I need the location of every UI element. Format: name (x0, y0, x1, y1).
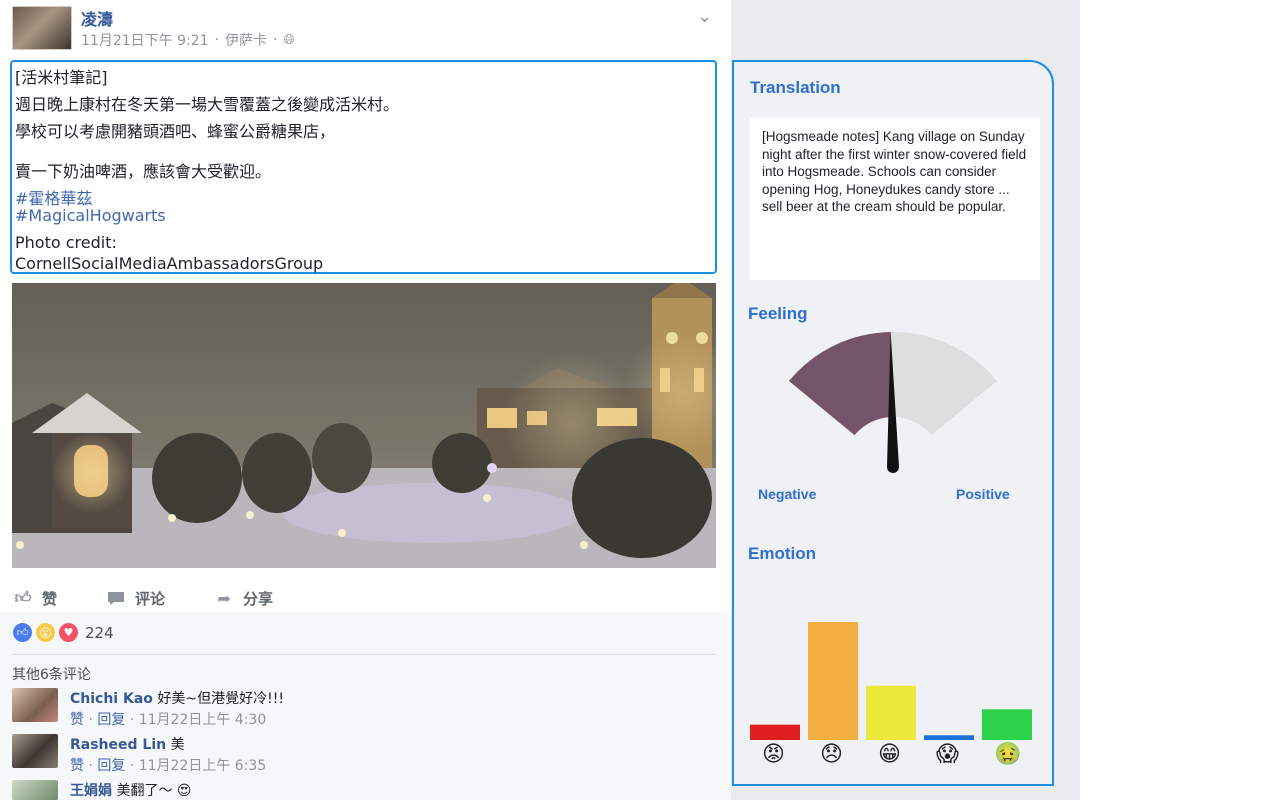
comment-time[interactable]: 11月22日上午 6:35 (139, 758, 267, 774)
thumbs-up-icon: 👍︎ (14, 588, 32, 607)
page-margin (1080, 0, 1280, 800)
comment-item: Chichi Kao 好美~但港覺好冷!!! 赞 · 回复 · 11月22日上午… (12, 688, 716, 732)
feeling-title: Feeling (748, 304, 808, 323)
author-avatar[interactable] (12, 6, 72, 50)
love-reaction-icon: ♥ (58, 622, 79, 643)
like-button[interactable]: 👍︎ 赞 (12, 585, 57, 611)
view-more-comments-link[interactable]: 其他6条评论 (12, 664, 91, 684)
avatar[interactable] (12, 688, 58, 722)
share-button[interactable]: ➦ 分享 (213, 585, 273, 611)
avatar[interactable] (12, 780, 58, 800)
gauge-positive-label: Positive (956, 486, 1010, 502)
post-actions: 👍︎ 赞 评论 ➦ 分享 (12, 585, 716, 611)
comment-body: 美 (170, 737, 185, 753)
emotion-bar-disgust (982, 709, 1032, 740)
emotion-bar-angry (750, 724, 800, 740)
post-author[interactable]: 凌濤 (81, 6, 113, 30)
emotion-joy-icon: 😁 (878, 742, 901, 767)
post-photo[interactable] (12, 283, 716, 568)
analysis-panel: Translation [Hogsmeade notes] Kang villa… (732, 60, 1054, 786)
comment-item: Rasheed Lin 美 赞 · 回复 · 11月22日上午 6:35 (12, 734, 716, 778)
comment-button[interactable]: 评论 (105, 585, 165, 611)
comment-time[interactable]: 11月22日上午 4:30 (139, 712, 267, 728)
like-label: 赞 (42, 589, 58, 608)
comment-meta: 赞 · 回复 · 11月22日上午 4:30 (70, 712, 267, 728)
emotion-sad-icon: 😞 (820, 742, 843, 767)
comment-body: 美翻了～ (116, 783, 173, 799)
chevron-down-icon[interactable]: ⌄ (697, 6, 712, 27)
hashtag-link[interactable]: #MagicalHogwarts (15, 206, 166, 225)
emotion-fear-icon: 😱 (936, 742, 959, 767)
emotion-bar-joy (866, 685, 916, 740)
post-location[interactable]: 伊萨卡 (225, 30, 267, 50)
commenter-name[interactable]: Chichi Kao (70, 691, 153, 707)
like-reaction-icon: 👍︎ (12, 622, 33, 643)
meta-separator: · (272, 32, 278, 48)
wow-reaction-icon: 😮 (35, 622, 56, 643)
comment-reply-link[interactable]: 回复 (97, 758, 125, 774)
meta-separator: · (214, 32, 219, 48)
share-label: 分享 (243, 589, 274, 608)
photo-credit-value: CornellSocialMediaAmbassadorsGroup (15, 254, 324, 273)
commenter-name[interactable]: 王娟娟 (70, 783, 112, 799)
comment-item: 王娟娟 美翻了～ 😍 (12, 780, 716, 800)
gauge-needle-cap (887, 461, 899, 473)
post-line: 學校可以考慮開豬頭酒吧、蜂蜜公爵糖果店， (15, 122, 336, 141)
share-arrow-icon: ➦ (217, 588, 231, 608)
comment-meta: 赞 · 回复 · 11月22日上午 6:35 (70, 758, 267, 774)
post-line: [活米村筆記] (15, 68, 108, 87)
translation-title: Translation (750, 78, 841, 97)
emotion-disgust-icon: 🤢 (994, 742, 1022, 767)
emotion-bar-sad (808, 622, 858, 740)
translation-text: [Hogsmeade notes] Kang village on Sunday… (750, 118, 1040, 280)
photo-credit-label: Photo credit: (15, 233, 117, 252)
reaction-summary[interactable]: 👍︎ 😮 ♥ 224 (12, 622, 114, 643)
snowy-campus-photo (12, 283, 716, 568)
gauge-negative-label: Negative (758, 486, 817, 502)
comment-like-link[interactable]: 赞 (70, 712, 84, 728)
heart-eyes-emoji-icon: 😍 (176, 783, 192, 799)
post-meta: 11月21日下午 9:21 · 伊萨卡 · 🌐︎ (81, 30, 295, 50)
globe-icon: 🌐︎ (283, 32, 295, 48)
post-line: 賣一下奶油啤酒，應該會大受歡迎。 (15, 162, 272, 181)
comments-divider (12, 654, 716, 655)
reaction-count: 224 (85, 623, 114, 642)
emotion-title: Emotion (748, 544, 816, 563)
feeling-gauge (788, 332, 998, 473)
comment-like-link[interactable]: 赞 (70, 758, 84, 774)
post-line: 週日晚上康村在冬天第一場大雪覆蓋之後變成活米村。 (15, 95, 400, 114)
emotion-bar-chart (750, 622, 1032, 740)
comment-reply-link[interactable]: 回复 (97, 712, 125, 728)
comment-text: 王娟娟 美翻了～ 😍 (70, 780, 192, 800)
comment-text: Chichi Kao 好美~但港覺好冷!!! (70, 688, 284, 708)
facebook-feed: 凌濤 11月21日下午 9:21 · 伊萨卡 · 🌐︎ ⌄ [活米村筆記] 週日… (0, 0, 731, 800)
comment-body: 好美~但港覺好冷!!! (157, 691, 284, 707)
avatar[interactable] (12, 734, 58, 768)
comment-text: Rasheed Lin 美 (70, 734, 185, 754)
emotion-angry-icon: 😡 (762, 742, 785, 767)
gauge-fill (788, 332, 893, 436)
emotion-bar-fear (924, 735, 974, 740)
post-text-highlight: [活米村筆記] 週日晚上康村在冬天第一場大雪覆蓋之後變成活米村。 學校可以考慮開… (10, 60, 717, 274)
post-date[interactable]: 11月21日下午 9:21 (81, 30, 209, 50)
commenter-name[interactable]: Rasheed Lin (70, 737, 166, 753)
speech-bubble-icon (105, 589, 127, 607)
comment-label: 评论 (135, 589, 166, 608)
